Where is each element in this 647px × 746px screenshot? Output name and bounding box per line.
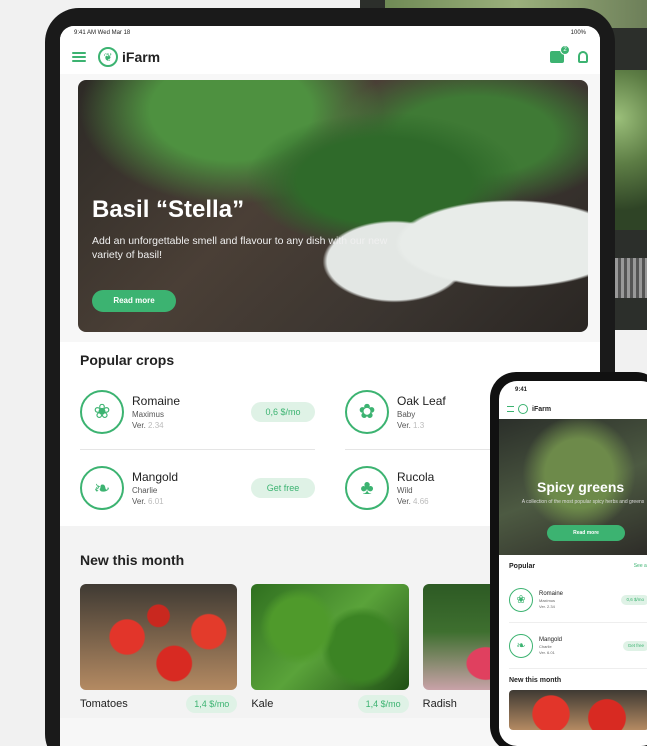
section-title: Popular (509, 563, 536, 570)
crop-variety: Maximus (132, 409, 165, 419)
status-battery: 100% (570, 30, 586, 36)
bell-icon[interactable] (578, 51, 588, 63)
app-name: iFarm (122, 49, 161, 65)
leaf-logo-icon (518, 404, 528, 414)
chard-icon: ❧ (80, 466, 124, 510)
lettuce-icon: ❀ (509, 587, 533, 612)
tomatoes-image[interactable] (509, 690, 647, 730)
see-all-link[interactable]: See all (634, 563, 647, 577)
read-more-button[interactable]: Read more (92, 290, 176, 312)
hero-title: Basil “Stella” (92, 196, 245, 223)
crop-name: Romaine (539, 590, 564, 597)
chard-icon: ❧ (509, 633, 533, 658)
hero-subtitle: A collection of the most popular spicy h… (521, 499, 645, 505)
lettuce-icon: ❀ (80, 389, 124, 434)
price-button[interactable]: 0,6 $/mo (621, 594, 647, 605)
crop-variety: Maximus (539, 597, 556, 603)
menu-icon[interactable] (72, 52, 86, 62)
card-name: Tomatoes (80, 698, 128, 710)
app-name: iFarm (532, 405, 552, 413)
phone-status-time: 9:41 (515, 387, 528, 393)
status-bar: 9:41 AM Wed Mar 18 100% (60, 26, 600, 40)
hero-subtitle: Add an unforgettable smell and flavour t… (92, 235, 388, 261)
app-bar: ❦ iFarm 2 (60, 40, 600, 74)
crop-name: Mangold (539, 636, 563, 643)
hero-banner[interactable]: Basil “Stella” Add an unforgettable smel… (78, 80, 588, 332)
crop-item-romaine[interactable]: ❀ Romaine Maximus Ver. 2.34 0,6 $/mo (509, 577, 647, 623)
leaf-logo-icon: ❦ (98, 47, 118, 67)
phone-status-bar: 9:41 (499, 381, 647, 399)
card-name: Radish (422, 698, 457, 710)
status-time: 9:41 AM Wed Mar 18 (74, 30, 131, 36)
crop-item-mangold[interactable]: ❧ Mangold Charlie Ver. 6.01 Get free (509, 623, 647, 669)
card-name: Kale (251, 698, 274, 710)
phone-app-bar: iFarm (499, 399, 647, 419)
phone-hero-banner[interactable]: Spicy greens A collection of the most po… (499, 419, 647, 555)
rucola-icon: ♣ (345, 466, 389, 510)
crop-version: Ver. 2.34 (132, 420, 164, 430)
product-card-kale[interactable]: Kale 1,4 $/mo (251, 584, 409, 718)
cart-badge: 2 (560, 45, 570, 55)
read-more-button[interactable]: Read more (547, 525, 625, 541)
crop-variety: Charlie (539, 643, 552, 649)
crop-variety: Charlie (132, 486, 158, 495)
crop-version: Ver. 6.01 (539, 649, 555, 655)
phone-popular-section: Popular See all ❀ Romaine Maximus Ver. 2… (499, 555, 647, 669)
oak-leaf-icon: ✿ (345, 389, 389, 434)
cart-icon[interactable]: 2 (550, 45, 570, 63)
crop-name: Romaine (132, 393, 181, 408)
crop-version: Ver. 6.01 (132, 497, 164, 506)
background-shelf (612, 258, 647, 298)
crop-item-mangold[interactable]: ❧ Mangold Charlie Ver. 6.01 Get free (80, 450, 315, 526)
get-free-button[interactable]: Get free (622, 640, 647, 651)
crop-name: Mangold (132, 470, 179, 484)
crop-version: Ver. 2.34 (539, 603, 555, 609)
hero-title: Spicy greens (537, 479, 625, 495)
menu-icon[interactable] (507, 406, 514, 412)
product-scene: 9:41 AM Wed Mar 18 100% ❦ iFarm 2 Basil … (0, 0, 647, 746)
tomatoes-image (80, 584, 238, 690)
price-button[interactable]: 1,4 $/mo (357, 695, 409, 713)
section-title: Popular crops (80, 352, 175, 368)
section-title: New this month (509, 677, 562, 684)
get-free-button[interactable]: Get free (251, 478, 315, 498)
price-button[interactable]: 1,4 $/mo (186, 695, 238, 713)
price-button[interactable]: 0,6 $/mo (251, 401, 315, 422)
kale-image (251, 584, 409, 690)
app-logo[interactable]: ❦ iFarm (98, 47, 160, 67)
phone-screen: 9:41 iFarm Spicy greens A collection of … (499, 381, 647, 746)
crop-item-romaine[interactable]: ❀ Romaine Maximus Ver. 2.34 0,6 $/mo (80, 374, 315, 450)
product-card-tomatoes[interactable]: Tomatoes 1,4 $/mo (80, 584, 238, 718)
